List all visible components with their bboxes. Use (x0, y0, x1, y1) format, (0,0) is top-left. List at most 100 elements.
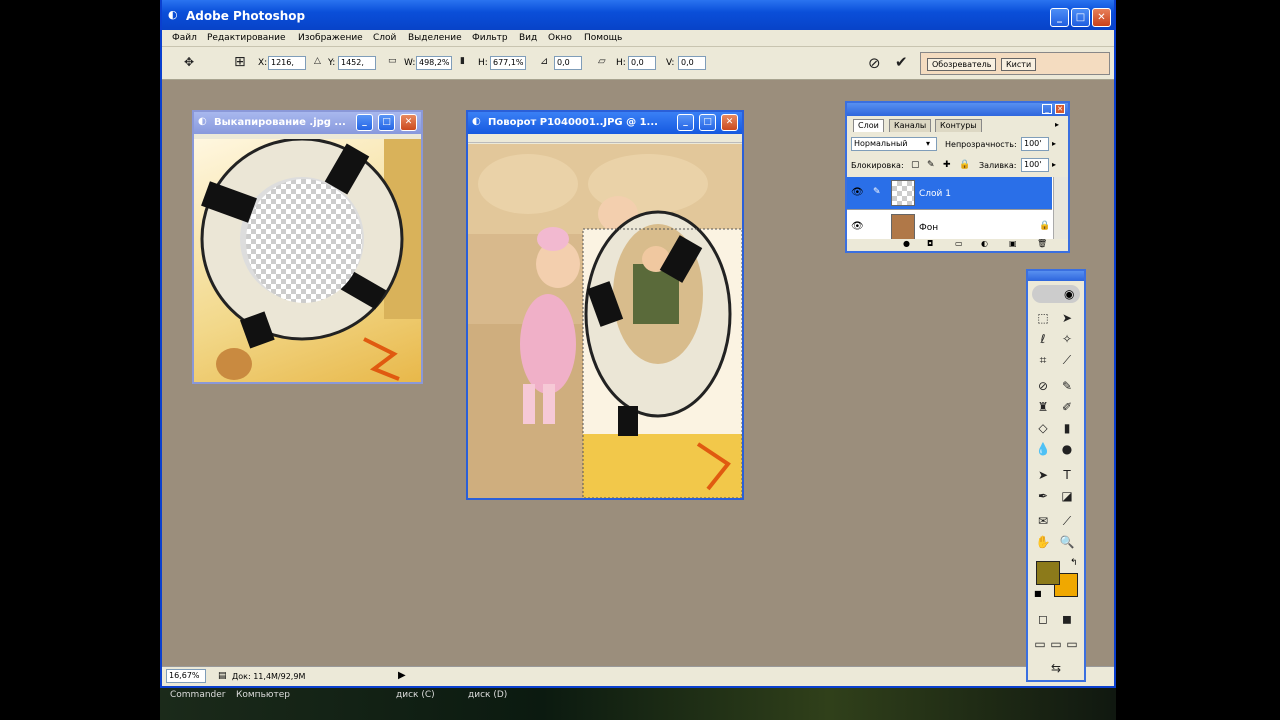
menu-help[interactable]: Помощь (584, 33, 622, 43)
layers-scrollbar[interactable] (1053, 177, 1068, 239)
move-tool-icon[interactable]: ➤ (1057, 309, 1077, 327)
menu-select[interactable]: Выделение (408, 33, 462, 43)
hand-tool-icon[interactable]: ✋ (1033, 533, 1053, 551)
brush-tool-icon[interactable]: ✎ (1057, 377, 1077, 395)
lock-transparency-icon[interactable]: ▢ (911, 160, 920, 170)
photo-canvas[interactable] (468, 144, 742, 498)
new-layer-icon[interactable]: ▣ (1009, 239, 1017, 248)
taskbar-item-commander[interactable]: Commander (170, 690, 226, 700)
history-brush-tool-icon[interactable]: ✐ (1057, 398, 1077, 416)
delete-layer-icon[interactable]: 🗑 (1037, 239, 1047, 248)
opacity-field[interactable]: 100' (1021, 137, 1049, 151)
pen-tool-icon[interactable]: ✒ (1033, 487, 1053, 505)
minimize-button[interactable]: _ (677, 114, 694, 131)
minimize-button[interactable]: _ (1050, 8, 1069, 27)
magic-wand-tool-icon[interactable]: ✧ (1057, 330, 1077, 348)
jump-to-imageready-icon[interactable]: ⇆ (1044, 659, 1068, 677)
shape-tool-icon[interactable]: ◪ (1057, 487, 1077, 505)
maximize-button[interactable]: □ (378, 114, 395, 131)
menu-layer[interactable]: Слой (373, 33, 396, 43)
dodge-tool-icon[interactable]: ● (1057, 440, 1077, 458)
type-tool-icon[interactable]: T (1057, 466, 1077, 484)
menu-edit[interactable]: Редактирование (207, 33, 286, 43)
tab-paths[interactable]: Контуры (935, 119, 982, 132)
path-selection-tool-icon[interactable]: ➤ (1033, 466, 1053, 484)
new-set-icon[interactable]: ▭ (955, 239, 963, 248)
menu-file[interactable]: Файл (172, 33, 197, 43)
foreground-color-swatch[interactable] (1036, 561, 1060, 585)
taskbar-item-computer[interactable]: Компьютер (236, 690, 290, 700)
well-tab-browser[interactable]: Обозреватель (927, 58, 997, 71)
adobe-eye-icon[interactable]: ◉ (1064, 287, 1074, 301)
lock-image-icon[interactable]: ✎ (927, 160, 935, 170)
blur-tool-icon[interactable]: 💧 (1033, 440, 1053, 458)
crop-tool-icon[interactable]: ⌗ (1033, 351, 1053, 369)
status-menu-arrow-icon[interactable]: ▶ (398, 670, 406, 681)
close-button[interactable]: ✕ (1092, 8, 1111, 27)
blend-mode-select[interactable]: Нормальный (851, 137, 937, 151)
visibility-eye-icon[interactable]: 👁 (851, 221, 864, 232)
app-titlebar[interactable]: ◐ Adobe Photoshop _ □ ✕ (162, 0, 1114, 30)
layer-row[interactable]: 👁 Фон 🔒 (847, 211, 1052, 239)
frame-image-canvas[interactable] (194, 139, 421, 382)
close-button[interactable]: ✕ (400, 114, 417, 131)
gradient-tool-icon[interactable]: ▮ (1057, 419, 1077, 437)
menu-filter[interactable]: Фильтр (472, 33, 508, 43)
link-icon[interactable]: ▮ (460, 56, 465, 66)
w-field[interactable]: 498,2% (416, 56, 452, 70)
notes-tool-icon[interactable]: ✉ (1033, 512, 1053, 530)
x-field[interactable]: 1216, (268, 56, 306, 70)
layer-row[interactable]: 👁 ✎ Слой 1 (847, 177, 1052, 210)
adjustment-layer-icon[interactable]: ◐ (981, 239, 988, 248)
close-button[interactable]: ✕ (721, 114, 738, 131)
move-tool-preset-icon[interactable]: ✥ (184, 55, 194, 69)
menu-window[interactable]: Окно (548, 33, 572, 43)
maximize-button[interactable]: □ (699, 114, 716, 131)
chevron-down-icon[interactable]: ▾ (926, 139, 930, 148)
document-titlebar[interactable]: ◐ Выкапирование .jpg ... _ □ ✕ (194, 112, 421, 134)
healing-brush-tool-icon[interactable]: ⊘ (1033, 377, 1053, 395)
lock-position-icon[interactable]: ✚ (943, 160, 951, 170)
screen-mode-standard-icon[interactable]: ▭ (1032, 635, 1048, 653)
opacity-arrow-icon[interactable]: ▸ (1052, 139, 1056, 148)
document-titlebar[interactable]: ◐ Поворот P1040001..JPG @ 1... _ □ ✕ (468, 112, 742, 134)
quick-mask-mode-icon[interactable]: ◼ (1057, 610, 1077, 628)
add-mask-icon[interactable]: ◘ (927, 239, 933, 248)
tab-layers[interactable]: Слои (853, 119, 884, 132)
eraser-tool-icon[interactable]: ◇ (1033, 419, 1053, 437)
visibility-eye-icon[interactable]: 👁 (851, 187, 864, 198)
palette-menu-arrow-icon[interactable]: ▸ (1055, 120, 1059, 129)
hskew-field[interactable]: 0,0 (628, 56, 656, 70)
maximize-button[interactable]: □ (1071, 8, 1090, 27)
fill-arrow-icon[interactable]: ▸ (1052, 160, 1056, 169)
palette-close-button[interactable]: ✕ (1055, 104, 1065, 114)
clone-stamp-tool-icon[interactable]: ♜ (1033, 398, 1053, 416)
minimize-button[interactable]: _ (356, 114, 373, 131)
tab-channels[interactable]: Каналы (889, 119, 932, 132)
lasso-tool-icon[interactable]: ℓ (1033, 330, 1053, 348)
well-tab-brushes[interactable]: Кисти (1001, 58, 1037, 71)
taskbar-item-disk-c[interactable]: диск (C) (396, 690, 435, 700)
palette-minimize-button[interactable]: _ (1042, 104, 1052, 114)
cancel-transform-icon[interactable]: ⊘ (868, 54, 881, 72)
zoom-tool-icon[interactable]: 🔍 (1057, 533, 1077, 551)
relative-position-icon[interactable]: △ (314, 56, 321, 66)
angle-field[interactable]: 0,0 (554, 56, 582, 70)
palette-titlebar[interactable]: _ ✕ (847, 103, 1068, 116)
palette-titlebar[interactable] (1028, 271, 1084, 281)
standard-mode-icon[interactable]: ◻ (1033, 610, 1053, 628)
swap-colors-icon[interactable]: ↰ (1070, 558, 1078, 568)
taskbar-item-disk-d[interactable]: диск (D) (468, 690, 507, 700)
default-colors-icon[interactable]: ■ (1034, 589, 1042, 598)
y-field[interactable]: 1452, (338, 56, 376, 70)
screen-mode-menu-icon[interactable]: ▭ (1048, 635, 1064, 653)
eyedropper-tool-icon[interactable]: ⟋ (1057, 512, 1077, 530)
add-style-icon[interactable]: ● (903, 239, 910, 248)
marquee-tool-icon[interactable]: ⬚ (1033, 309, 1053, 327)
document-window-photo[interactable]: ◐ Поворот P1040001..JPG @ 1... _ □ ✕ (466, 110, 744, 500)
zoom-field[interactable]: 16,67% (166, 669, 206, 683)
reference-point-icon[interactable]: ⊞ (234, 54, 246, 70)
vskew-field[interactable]: 0,0 (678, 56, 706, 70)
fill-field[interactable]: 100' (1021, 158, 1049, 172)
document-window-frame[interactable]: ◐ Выкапирование .jpg ... _ □ ✕ (192, 110, 423, 384)
